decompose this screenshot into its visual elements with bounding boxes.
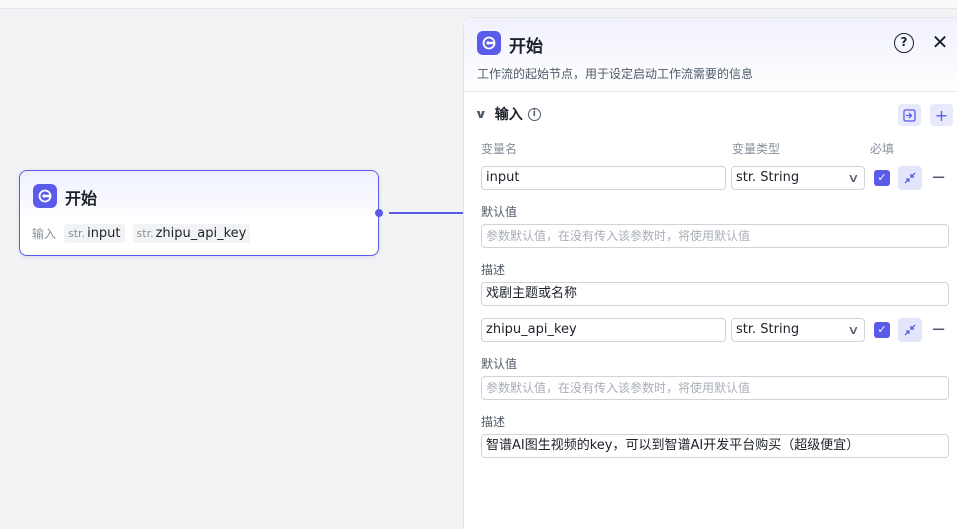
description-input[interactable]: 智谱AI图生视频的key，可以到智谱AI开发平台购买（超级便宜） — [481, 434, 949, 458]
top-bar — [0, 0, 957, 9]
chevron-down-icon: ∨ — [847, 323, 860, 337]
default-label: 默认值 — [481, 205, 518, 219]
info-icon[interactable]: i — [527, 107, 541, 121]
edge-line — [389, 212, 464, 214]
col-header-type: 变量类型 — [732, 142, 781, 156]
start-icon — [33, 184, 57, 208]
output-port[interactable] — [375, 209, 383, 217]
node-inputs: 输入 str. input str. zhipu_api_key — [32, 224, 258, 243]
description-input[interactable]: 戏剧主题或名称 — [481, 282, 949, 306]
close-icon[interactable]: ✕ — [930, 31, 950, 53]
minus-icon[interactable]: − — [931, 169, 946, 187]
desc-label: 描述 — [481, 415, 506, 429]
default-value-input[interactable]: 参数默认值，在没有传入该参数时，将使用默认值 — [481, 224, 949, 248]
variable-type-select[interactable]: str. String ∨ — [731, 166, 865, 190]
col-header-required: 必填 — [870, 142, 895, 156]
col-header-name: 变量名 — [481, 142, 518, 156]
desc-label: 描述 — [481, 263, 506, 277]
start-node[interactable]: 开始 输入 str. input str. zhipu_api_key — [19, 170, 379, 256]
select-value: str. String — [736, 322, 800, 337]
panel-description: 工作流的起始节点，用于设定启动工作流需要的信息 — [477, 67, 754, 81]
plus-icon[interactable]: + — [930, 104, 953, 126]
inputs-section-header[interactable]: ∨ 输入 i — [475, 104, 541, 124]
select-value: str. String — [736, 170, 800, 185]
default-value-input[interactable]: 参数默认值，在没有传入该参数时，将使用默认值 — [481, 376, 949, 400]
input-name: zhipu_api_key — [155, 226, 247, 241]
help-icon[interactable]: ? — [894, 33, 914, 53]
node-input-tag: str. input — [64, 224, 125, 243]
input-type: str. — [136, 227, 154, 240]
input-type: str. — [68, 227, 86, 240]
chevron-down-icon: ∨ — [847, 171, 860, 185]
collapse-icon[interactable] — [898, 166, 922, 190]
node-settings-panel: 开始 工作流的起始节点，用于设定启动工作流需要的信息 ? ✕ ∨ 输入 i + … — [463, 17, 957, 529]
node-title: 开始 — [65, 189, 98, 208]
node-input-tag: str. zhipu_api_key — [132, 224, 251, 243]
panel-title[interactable]: 开始 — [509, 32, 543, 57]
variable-name-input[interactable]: input — [481, 166, 726, 190]
node-inputs-label: 输入 — [32, 227, 57, 241]
variable-name-input[interactable]: zhipu_api_key — [481, 318, 726, 342]
chevron-down-icon[interactable]: ∨ — [475, 107, 488, 121]
required-checkbox[interactable]: ✓ — [874, 322, 890, 338]
default-label: 默认值 — [481, 357, 518, 371]
import-icon[interactable] — [898, 104, 921, 126]
start-icon — [477, 31, 501, 55]
minus-icon[interactable]: − — [931, 321, 946, 339]
variable-type-select[interactable]: str. String ∨ — [731, 318, 865, 342]
section-title: 输入 — [494, 107, 523, 123]
collapse-icon[interactable] — [898, 318, 922, 342]
input-name: input — [87, 226, 121, 241]
required-checkbox[interactable]: ✓ — [874, 170, 890, 186]
